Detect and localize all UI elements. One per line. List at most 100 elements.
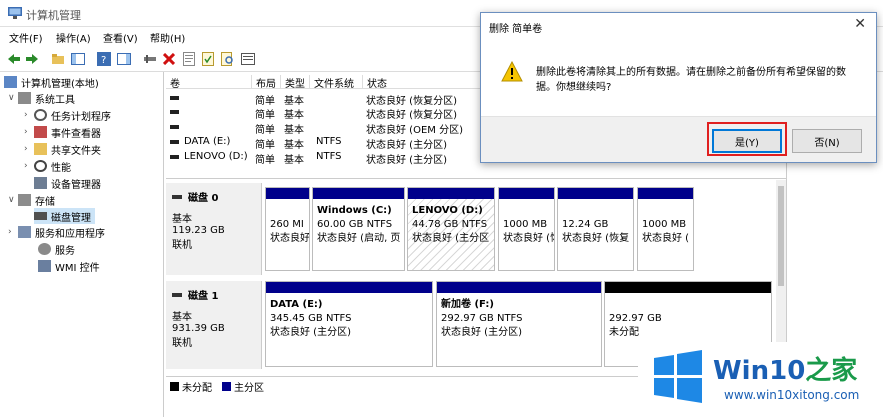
storage-icon [18,194,31,206]
no-button[interactable]: 否(N) [792,129,862,153]
up-folder-icon[interactable] [50,51,66,67]
tree-label: 性能 [51,162,71,174]
brand-win10: Win10 [713,356,806,386]
partition-title: Windows (C:) [317,205,392,216]
cell-layout: 简单 [255,155,275,166]
partition-title: 新加卷 (F:) [441,299,494,310]
column-header-status[interactable]: 状态 [362,75,387,90]
help-icon[interactable]: ? [96,51,112,67]
delete-icon[interactable] [161,51,177,67]
windows-logo-icon [654,350,702,403]
partition-size: 1000 MB [642,219,687,230]
unallocated-swatch [170,382,179,391]
menu-action[interactable]: 操作(A) [56,30,91,45]
dialog-footer: 是(Y) 否(N) [481,116,876,162]
cell-type: 基本 [284,110,304,121]
menu-view[interactable]: 查看(V) [103,30,138,45]
clock-icon [34,109,47,121]
primary-partition-bar [437,282,601,293]
cell-status: 状态良好 (OEM 分区) [366,125,463,136]
check-doc-icon[interactable] [200,51,216,67]
disk-name: 磁盘 0 [188,193,219,204]
expand-icon[interactable]: › [24,110,34,120]
tree-item-disk-management[interactable]: 磁盘管理 [34,208,95,224]
partition-size: 1000 MB [503,219,548,230]
partition-selected[interactable]: LENOVO (D:) 44.78 GB NTFS 状态良好 (主分区 [407,187,495,271]
delete-volume-dialog: 删除 简单卷 ✕ 删除此卷将清除其上的所有数据。请在删除之前备份所有希望保留的数… [480,12,877,163]
tree-item-event-viewer[interactable]: › 事件查看器 [24,124,101,140]
expand-icon[interactable]: › [24,161,34,171]
tree-item-device-manager[interactable]: 设备管理器 [34,175,101,191]
tree-item-performance[interactable]: › 性能 [24,158,71,174]
partition[interactable]: 1000 MB 状态良好 ( [637,187,694,271]
collapse-icon[interactable]: ∨ [8,195,18,205]
expand-icon[interactable]: › [8,227,18,237]
show-hide-tree-icon[interactable] [70,51,86,67]
tree-item-services-apps[interactable]: › 服务和应用程序 [8,224,105,240]
partition[interactable]: 新加卷 (F:) 292.97 GB NTFS 状态良好 (主分区) [436,281,602,367]
disk-kind: 基本 [172,312,192,323]
tree-item-wmi[interactable]: WMI 控件 [38,258,100,274]
tree-item-services[interactable]: 服务 [38,241,75,257]
expand-icon[interactable]: › [24,127,34,137]
highlight-box [707,122,787,156]
partition-status: 状态良好 (恢复 [562,233,630,244]
column-header-filesystem[interactable]: 文件系统 [309,75,354,90]
partition-title: DATA (E:) [270,299,323,310]
tree-item-root[interactable]: 计算机管理(本地) [4,74,99,90]
menu-file[interactable]: 文件(F) [9,30,43,45]
warning-icon [501,61,523,82]
partition[interactable]: 1000 MB 状态良好 (恢 [498,187,555,271]
tree-item-system-tools[interactable]: ∨ 系统工具 [8,90,75,106]
partition-status: 状态良好 (启动, 页 [317,233,401,244]
volume-icon [170,96,179,100]
menu-help[interactable]: 帮助(H) [150,30,185,45]
close-icon[interactable]: ✕ [854,16,866,32]
event-viewer-icon [34,126,47,138]
svg-text:?: ? [101,55,106,66]
disk-0-label[interactable]: 磁盘 0 基本 119.23 GB 联机 [166,183,262,275]
tools-icon [18,92,31,104]
scrollbar-thumb[interactable] [778,186,784,286]
tree-label: 系统工具 [35,94,75,106]
partition-status: 状态良好 (恢 [503,233,555,244]
unallocated-bar [605,282,771,293]
cell-status: 状态良好 (主分区) [366,140,447,151]
column-header-layout[interactable]: 布局 [251,75,276,90]
dialog-message: 删除此卷将清除其上的所有数据。请在删除之前备份所有希望保留的数据。你想继续吗? [536,67,846,93]
back-icon[interactable] [6,51,22,67]
watermark-brand: Win10之家 [713,350,857,387]
partition[interactable]: DATA (E:) 345.45 GB NTFS 状态良好 (主分区) [265,281,433,367]
partition-status: 状态良好 (主分区) [270,327,351,338]
disk-size: 931.39 GB [172,323,225,334]
disk-1-label[interactable]: 磁盘 1 基本 931.39 GB 联机 [166,281,262,369]
expand-icon[interactable]: › [24,144,34,154]
cell-filesystem: NTFS [316,136,342,147]
partition[interactable]: 260 MI 状态良好 [265,187,310,271]
tree-item-storage[interactable]: ∨ 存储 [8,192,55,208]
column-header-volume[interactable]: 卷 [166,75,180,90]
primary-partition-bar [558,188,633,199]
search-doc-icon[interactable] [220,51,236,67]
tree-item-task-scheduler[interactable]: › 任务计划程序 [24,107,111,123]
list-view-icon[interactable] [240,51,256,67]
watermark-site: www.win10xitong.com [724,388,860,402]
cell-volume: DATA (E:) [184,136,231,147]
computer-management-icon [8,7,22,19]
tree-label: 任务计划程序 [51,111,111,123]
partition[interactable]: 12.24 GB 状态良好 (恢复 [557,187,634,271]
collapse-icon[interactable]: ∨ [8,93,18,103]
wmi-icon [38,260,51,272]
column-header-type[interactable]: 类型 [280,75,305,90]
connect-icon[interactable] [142,51,158,67]
properties-icon[interactable] [181,51,197,67]
tree-item-shared-folders[interactable]: › 共享文件夹 [24,141,101,157]
disk-name: 磁盘 1 [188,291,219,302]
tree-label: 服务 [55,245,75,257]
disk-icon [172,292,182,297]
partition-size: 44.78 GB NTFS [412,219,488,230]
partition[interactable]: Windows (C:) 60.00 GB NTFS 状态良好 (启动, 页 [312,187,405,271]
show-hide-action-pane-icon[interactable] [116,51,132,67]
device-manager-icon [34,177,47,189]
forward-icon[interactable] [24,51,40,67]
